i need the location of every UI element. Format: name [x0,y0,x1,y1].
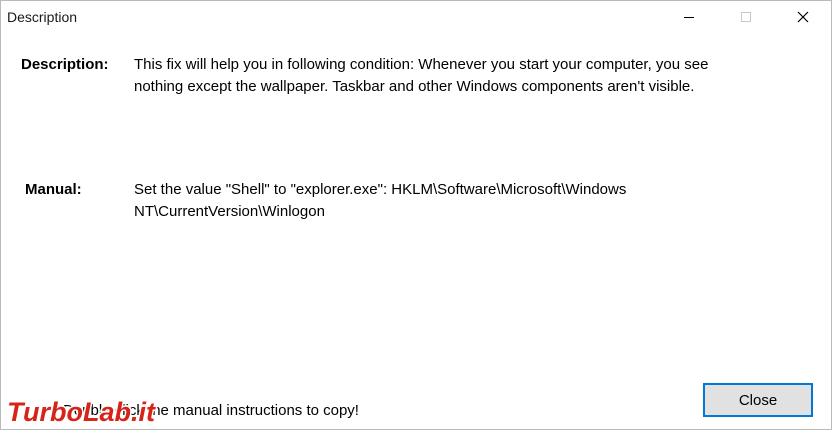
description-line: nothing except the wallpaper. Taskbar an… [134,78,695,95]
description-text[interactable]: This fix will help you in following cond… [134,54,794,98]
maximize-icon [741,12,751,22]
close-button[interactable]: Close [703,383,813,417]
manual-line: NT\CurrentVersion\Winlogon [134,203,325,220]
description-label: Description: [21,56,109,73]
minimize-button[interactable] [666,1,712,33]
svg-text:TurboLab.it: TurboLab.it [7,397,156,427]
close-window-button[interactable] [780,1,826,33]
minimize-icon [684,17,694,18]
description-line: This fix will help you in following cond… [134,56,709,73]
title-bar[interactable]: Description [1,1,831,33]
close-icon [797,11,809,23]
description-dialog: Description Description: This fix will h… [0,0,832,430]
manual-instructions-text[interactable]: Set the value "Shell" to "explorer.exe":… [134,179,794,223]
manual-line: Set the value "Shell" to "explorer.exe":… [134,181,627,198]
manual-label: Manual: [25,181,82,198]
watermark-logo: TurboLab.it [5,395,210,429]
window-title: Description [7,9,78,25]
maximize-button [723,1,769,33]
